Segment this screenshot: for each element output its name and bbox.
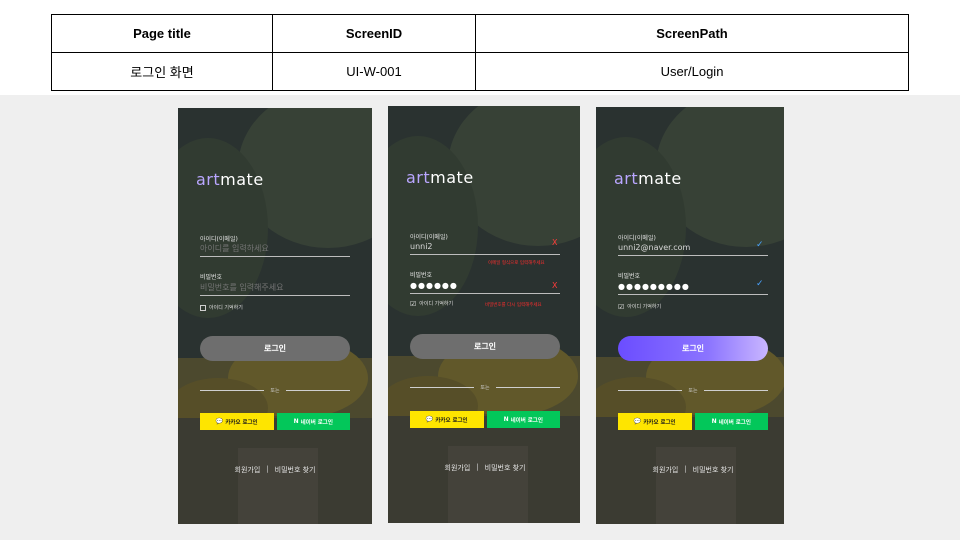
id-input[interactable] [618, 243, 768, 256]
naver-n-icon: N [293, 418, 299, 425]
footer-separator: | [266, 465, 269, 473]
spec-header-screen-id: ScreenID [272, 14, 476, 53]
find-password-link[interactable]: 비밀번호 찾기 [485, 463, 526, 473]
signup-link[interactable]: 회원가입 [653, 465, 679, 475]
remember-id-checkbox[interactable]: ☑ 아이디 기억하기 [618, 303, 661, 310]
or-divider: 또는 [200, 385, 351, 395]
checkbox-empty-icon [200, 304, 206, 311]
divider-line-right [703, 389, 769, 391]
login-screen-empty: artmate 아이디(이메일) 비밀번호 아이디 기억하기 로그인 또는 💬카… [178, 108, 372, 524]
social-login-group: 💬 카카오 로그인 N 네이버 로그인 [618, 413, 768, 430]
spec-value-screen-id: UI-W-001 [272, 52, 476, 91]
spec-value-page-title: 로그인 화면 [51, 52, 273, 91]
login-button[interactable]: 로그인 [618, 336, 768, 361]
login-button[interactable]: 로그인 [200, 336, 350, 361]
speech-bubble-icon: 💬 [215, 418, 224, 425]
artmate-logo: artmate [614, 169, 682, 188]
naver-login-label: 네이버 로그인 [510, 417, 543, 424]
password-label: 비밀번호 [410, 272, 433, 279]
logo-mate-text: mate [430, 168, 474, 187]
id-input[interactable] [410, 242, 560, 255]
spec-header-screen-path: ScreenPath [475, 14, 909, 53]
spec-header-page-title: Page title [51, 14, 273, 53]
divider-line-right [285, 389, 351, 391]
social-login-group: 💬 카카오 로그인 N 네이버 로그인 [200, 413, 350, 430]
checkmark-icon: ✓ [756, 279, 764, 289]
logo-art-text: art [406, 168, 431, 187]
checkbox-checked-icon: ☑ [618, 302, 625, 311]
spec-value-screen-path: User/Login [475, 52, 909, 91]
remember-id-label: 아이디 기억하기 [419, 301, 454, 307]
id-input[interactable] [200, 244, 350, 257]
password-input[interactable]: ●●●●●●●●● [618, 282, 768, 295]
kakao-login-button[interactable]: 💬 카카오 로그인 [410, 411, 484, 428]
screen-spec-table: Page title ScreenID ScreenPath 로그인 화면 UI… [51, 14, 909, 91]
find-password-link[interactable]: 비밀번호 찾기 [693, 465, 734, 475]
logo-art-text: art [614, 169, 639, 188]
remember-id-label: 아이디 기억하기 [209, 305, 243, 311]
logo-art-text: art [196, 170, 221, 189]
password-input[interactable]: ●●●●●● [410, 281, 560, 294]
naver-login-label: 네이버 로그인 [718, 419, 751, 426]
password-error-message: 비밀번호를 다시 입력해주세요 [485, 303, 542, 308]
logo-mate-text: mate [638, 169, 682, 188]
checkbox-checked-icon: ☑ [410, 299, 417, 308]
kakao-login-label: 카카오 로그인 [225, 419, 258, 426]
footer-links: 회원가입 | 비밀번호 찾기 [410, 463, 560, 473]
logo-mate-text: mate [220, 170, 264, 189]
x-icon: X [552, 281, 558, 290]
spec-header-row: Page title ScreenID ScreenPath [51, 14, 909, 53]
password-label: 비밀번호 [200, 274, 223, 281]
divider-line-left [200, 389, 265, 391]
naver-login-button[interactable]: N 네이버 로그인 [276, 413, 350, 430]
speech-bubble-icon: 💬 [425, 416, 434, 423]
naver-login-button[interactable]: N 네이버 로그인 [486, 411, 560, 428]
id-error-message: 이메일 형식으로 입력해주세요 [488, 261, 545, 266]
naver-login-label: 네이버 로그인 [300, 419, 333, 426]
footer-separator: | [684, 465, 687, 473]
artmate-logo: artmate [196, 170, 264, 189]
signup-link[interactable]: 회원가입 [445, 463, 471, 473]
footer-links: 회원가입 | 비밀번호 찾기 [618, 465, 768, 475]
password-input[interactable] [200, 283, 350, 296]
login-screen-error: artmate 아이디(이메일) X 이메일 형식으로 입력해주세요 비밀번호 … [388, 106, 580, 523]
login-button[interactable]: 로그인 [410, 334, 560, 359]
divider-line-left [410, 386, 475, 388]
login-screen-valid: artmate 아이디(이메일) ✓ 비밀번호 ●●●●●●●●● ✓ ☑ 아이… [596, 107, 784, 524]
remember-id-checkbox[interactable]: 아이디 기억하기 [200, 304, 243, 311]
kakao-login-button[interactable]: 💬 카카오 로그인 [618, 413, 692, 430]
id-label: 아이디(이메일) [618, 235, 656, 242]
signup-link[interactable]: 회원가입 [235, 465, 261, 475]
divider-label: 또는 [480, 384, 490, 391]
x-icon: X [552, 238, 558, 247]
divider-label: 또는 [688, 387, 698, 394]
divider-label: 또는 [270, 387, 280, 394]
footer-separator: | [476, 463, 479, 471]
find-password-link[interactable]: 비밀번호 찾기 [275, 465, 316, 475]
kakao-login-button[interactable]: 💬 카카오 로그인 [200, 413, 274, 430]
remember-id-checkbox[interactable]: ☑ 아이디 기억하기 [410, 300, 453, 307]
kakao-login-label: 카카오 로그인 [435, 417, 468, 424]
divider-line-left [618, 389, 683, 391]
id-label: 아이디(이메일) [410, 234, 448, 241]
naver-n-icon: N [711, 418, 717, 425]
speech-bubble-icon: 💬 [633, 418, 642, 425]
or-divider: 또는 [410, 382, 561, 392]
id-label: 아이디(이메일) [200, 236, 238, 243]
checkmark-icon: ✓ [756, 240, 764, 250]
naver-login-button[interactable]: N 네이버 로그인 [694, 413, 768, 430]
spec-value-row: 로그인 화면 UI-W-001 User/Login [51, 52, 909, 91]
remember-id-label: 아이디 기억하기 [627, 304, 662, 310]
or-divider: 또는 [618, 385, 769, 395]
divider-line-right [495, 386, 561, 388]
social-login-group: 💬 카카오 로그인 N 네이버 로그인 [410, 411, 560, 428]
kakao-login-label: 카카오 로그인 [643, 419, 676, 426]
footer-links: 회원가입 | 비밀번호 찾기 [200, 465, 350, 475]
password-label: 비밀번호 [618, 273, 641, 280]
artmate-logo: artmate [406, 168, 474, 187]
naver-n-icon: N [503, 416, 509, 423]
